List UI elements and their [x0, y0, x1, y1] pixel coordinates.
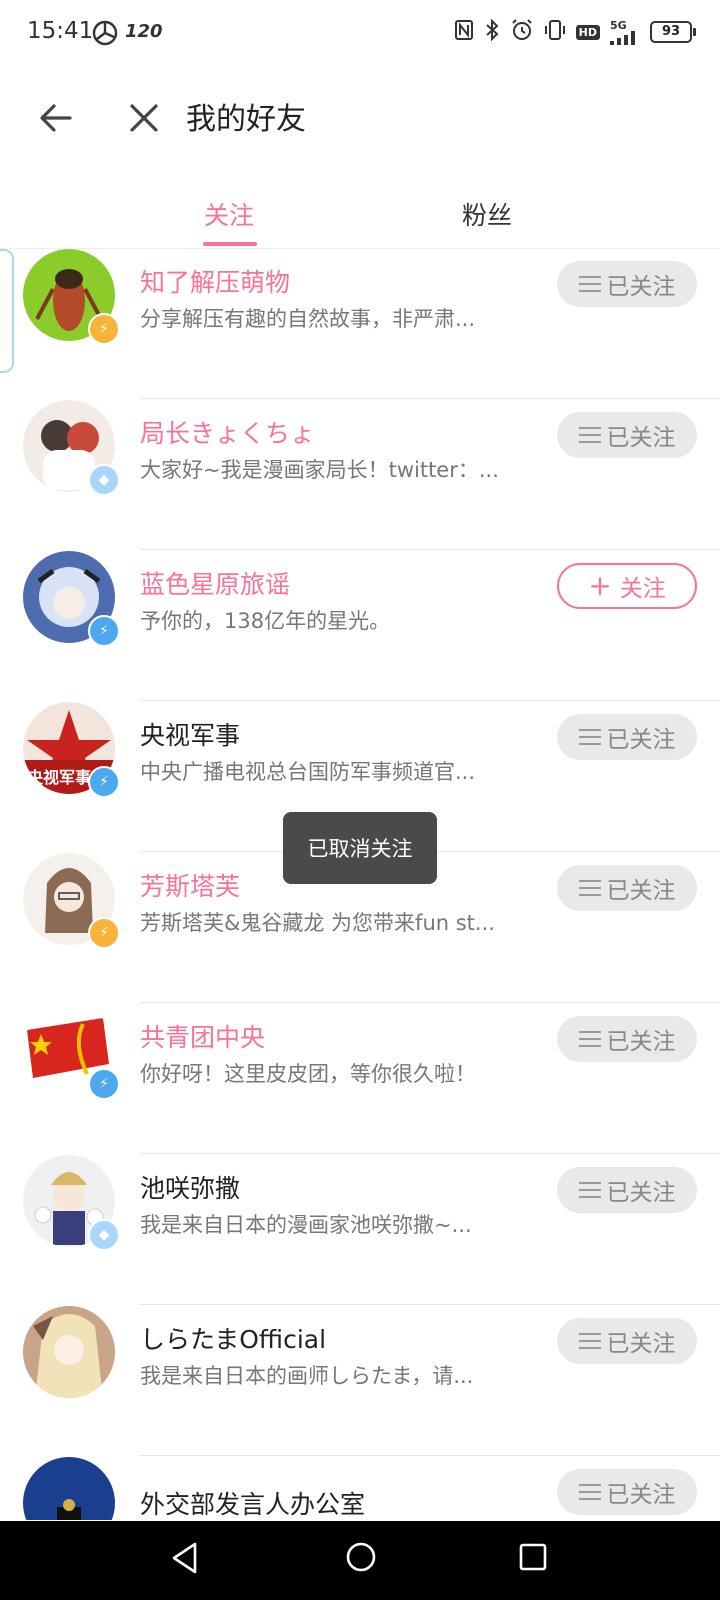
- list-item[interactable]: ◆ 局长きょくちょ 大家好~我是漫画家局长！twitter：... 已关注: [0, 400, 720, 550]
- divider: [140, 1153, 720, 1154]
- divider: [140, 1304, 720, 1305]
- close-icon[interactable]: [124, 98, 164, 138]
- nav-recent-apps-icon[interactable]: [518, 1542, 548, 1576]
- network-type: 5G: [610, 18, 627, 32]
- divider: [140, 700, 720, 701]
- followed-label: 已关注: [606, 1482, 676, 1508]
- nav-home-icon[interactable]: [345, 1541, 377, 1577]
- back-arrow-icon[interactable]: [36, 98, 76, 138]
- diamond-badge-icon: ◆: [88, 464, 120, 496]
- followed-button[interactable]: 已关注: [557, 412, 697, 458]
- divider: [140, 398, 720, 399]
- followed-label: 已关注: [606, 1331, 676, 1357]
- avatar[interactable]: [23, 1306, 115, 1398]
- diamond-badge-icon: ◆: [88, 1219, 120, 1251]
- user-name[interactable]: 芳斯塔芙: [140, 867, 240, 903]
- user-description: 你好呀！这里皮皮团，等你很久啦！: [140, 1062, 476, 1086]
- vibrate-icon: [544, 18, 566, 46]
- list-item[interactable]: ⚡ 外交部发言人办公室 已关注: [0, 1457, 720, 1520]
- user-description: 分享解压有趣的自然故事，非严肃...: [140, 307, 476, 331]
- nav-back-icon[interactable]: [170, 1541, 200, 1579]
- user-name[interactable]: 知了解压萌物: [140, 263, 290, 299]
- avatar-label: 央视军事: [27, 768, 92, 787]
- system-nav-bar: [0, 1521, 720, 1600]
- following-list: ⚡ 知了解压萌物 分享解压有趣的自然故事，非严肃... 已关注 ◆ 局长きょくち…: [0, 249, 720, 1520]
- followed-label: 已关注: [606, 878, 676, 904]
- user-name[interactable]: 外交部发言人办公室: [140, 1485, 365, 1520]
- menu-icon: [578, 729, 601, 745]
- menu-icon: [578, 427, 601, 443]
- edge-panel-handle[interactable]: [0, 249, 14, 373]
- battery-icon: 93: [650, 21, 696, 43]
- tab-indicator: [203, 242, 257, 246]
- user-name[interactable]: 央视军事: [140, 716, 240, 752]
- followed-button[interactable]: 已关注: [557, 865, 697, 911]
- list-item[interactable]: しらたまOfficial 我是来自日本的画师しらたま，请... 已关注: [0, 1306, 720, 1456]
- followed-button[interactable]: 已关注: [557, 261, 697, 307]
- header: 我的好友: [0, 64, 720, 172]
- followed-button[interactable]: 已关注: [557, 1016, 697, 1062]
- tab-following[interactable]: 关注: [204, 196, 254, 232]
- list-item[interactable]: ⚡ 蓝色星原旅谣 予你的，138亿年的星光。 + 关注: [0, 551, 720, 701]
- menu-icon: [578, 1333, 601, 1349]
- user-description: 大家好~我是漫画家局长！twitter：...: [140, 458, 499, 482]
- followed-label: 已关注: [606, 1180, 676, 1206]
- user-description: 我是来自日本的漫画家池咲弥撒~...: [140, 1213, 472, 1237]
- user-name[interactable]: 共青团中央: [140, 1018, 265, 1054]
- verified-badge-icon: ⚡: [88, 1068, 120, 1100]
- followed-label: 已关注: [606, 727, 676, 753]
- menu-icon: [578, 1031, 601, 1047]
- plus-icon: +: [588, 569, 612, 602]
- user-name[interactable]: 局长きょくちょ: [140, 414, 315, 450]
- followed-button[interactable]: 已关注: [557, 1469, 697, 1515]
- tab-bar: 关注 粉丝: [0, 172, 720, 249]
- toast-message: 已取消关注: [283, 812, 437, 884]
- page-title: 我的好友: [186, 102, 306, 137]
- followed-label: 已关注: [606, 1029, 676, 1055]
- divider: [140, 1002, 720, 1003]
- avatar[interactable]: [23, 1457, 115, 1520]
- user-description: 予你的，138亿年的星光。: [140, 609, 391, 633]
- divider: [140, 549, 720, 550]
- menu-icon: [578, 1484, 601, 1500]
- user-description: 我是来自日本的画师しらたま，请...: [140, 1364, 474, 1388]
- followed-label: 已关注: [606, 274, 676, 300]
- divider: [140, 1455, 720, 1456]
- menu-icon: [578, 1182, 601, 1198]
- verified-badge-icon: ⚡: [88, 313, 120, 345]
- signal-icon: 5G: [610, 20, 640, 45]
- fan-icon: [92, 20, 118, 50]
- user-name[interactable]: 池咲弥撒: [140, 1169, 240, 1205]
- list-item[interactable]: ⚡ 知了解压萌物 分享解压有趣的自然故事，非严肃... 已关注: [0, 249, 720, 399]
- refresh-rate: 120: [125, 21, 163, 42]
- list-item[interactable]: ◆ 池咲弥撒 我是来自日本的漫画家池咲弥撒~... 已关注: [0, 1155, 720, 1305]
- user-description: 中央广播电视总台国防军事频道官...: [140, 760, 476, 784]
- alarm-icon: [510, 18, 534, 46]
- user-name[interactable]: 蓝色星原旅谣: [140, 565, 290, 601]
- verified-badge-icon: ⚡: [88, 917, 120, 949]
- user-name[interactable]: しらたまOfficial: [140, 1320, 326, 1356]
- followed-button[interactable]: 已关注: [557, 1318, 697, 1364]
- list-item[interactable]: ⚡ 共青团中央 你好呀！这里皮皮团，等你很久啦！ 已关注: [0, 1004, 720, 1154]
- tab-fans[interactable]: 粉丝: [462, 196, 512, 232]
- followed-button[interactable]: 已关注: [557, 714, 697, 760]
- bluetooth-icon: [484, 18, 500, 45]
- verified-badge-icon: ⚡: [88, 615, 120, 647]
- status-time: 15:41: [27, 18, 94, 44]
- status-bar: 15:41 120 HD 5G 93: [0, 0, 720, 64]
- hd-icon: HD: [575, 24, 600, 40]
- verified-badge-icon: ⚡: [88, 766, 120, 798]
- follow-label: 关注: [619, 576, 666, 602]
- nfc-icon: [454, 19, 474, 45]
- status-icons: HD 5G 93: [454, 18, 696, 46]
- menu-icon: [578, 880, 601, 896]
- follow-button[interactable]: + 关注: [557, 563, 697, 609]
- menu-icon: [578, 276, 601, 292]
- user-description: 芳斯塔芙&鬼谷藏龙 为您带来fun st...: [140, 911, 495, 935]
- followed-button[interactable]: 已关注: [557, 1167, 697, 1213]
- followed-label: 已关注: [606, 425, 676, 451]
